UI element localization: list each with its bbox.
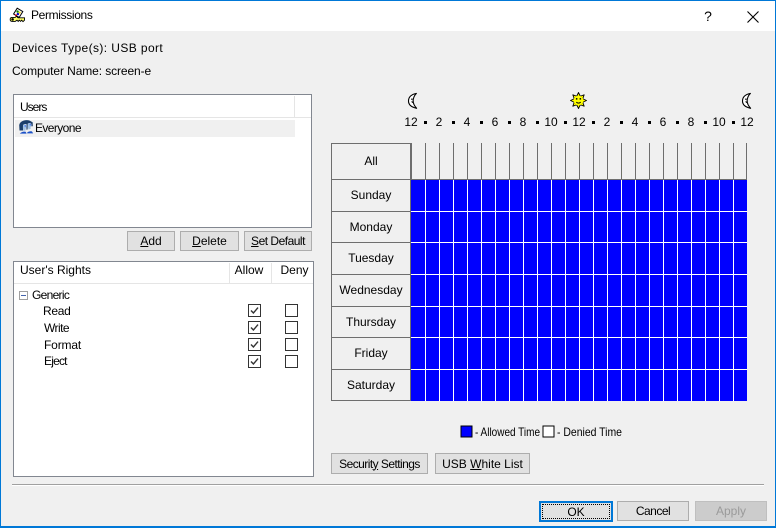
- svg-text:2: 2: [604, 115, 611, 129]
- svg-text:8: 8: [520, 115, 527, 129]
- svg-text:Sunday: Sunday: [351, 188, 392, 202]
- svg-text:8: 8: [688, 115, 695, 129]
- svg-text:All: All: [364, 154, 377, 168]
- svg-text:Thursday: Thursday: [346, 315, 396, 329]
- svg-text:Friday: Friday: [354, 346, 387, 360]
- svg-text:Tuesday: Tuesday: [348, 251, 394, 265]
- svg-text:12: 12: [740, 115, 754, 129]
- svg-text:2: 2: [436, 115, 443, 129]
- svg-text:6: 6: [660, 115, 667, 129]
- svg-text:Wednesday: Wednesday: [339, 283, 402, 297]
- svg-text:12: 12: [404, 115, 418, 129]
- svg-text:4: 4: [464, 115, 471, 129]
- svg-text:6: 6: [492, 115, 499, 129]
- svg-text:Monday: Monday: [350, 220, 393, 234]
- svg-text:4: 4: [632, 115, 639, 129]
- svg-text:10: 10: [712, 115, 726, 129]
- svg-text:- Denied Time: - Denied Time: [557, 425, 622, 439]
- svg-text:12: 12: [572, 115, 586, 129]
- svg-text:Saturday: Saturday: [347, 378, 395, 392]
- svg-text:10: 10: [544, 115, 558, 129]
- svg-text:- Allowed Time: - Allowed Time: [475, 425, 540, 439]
